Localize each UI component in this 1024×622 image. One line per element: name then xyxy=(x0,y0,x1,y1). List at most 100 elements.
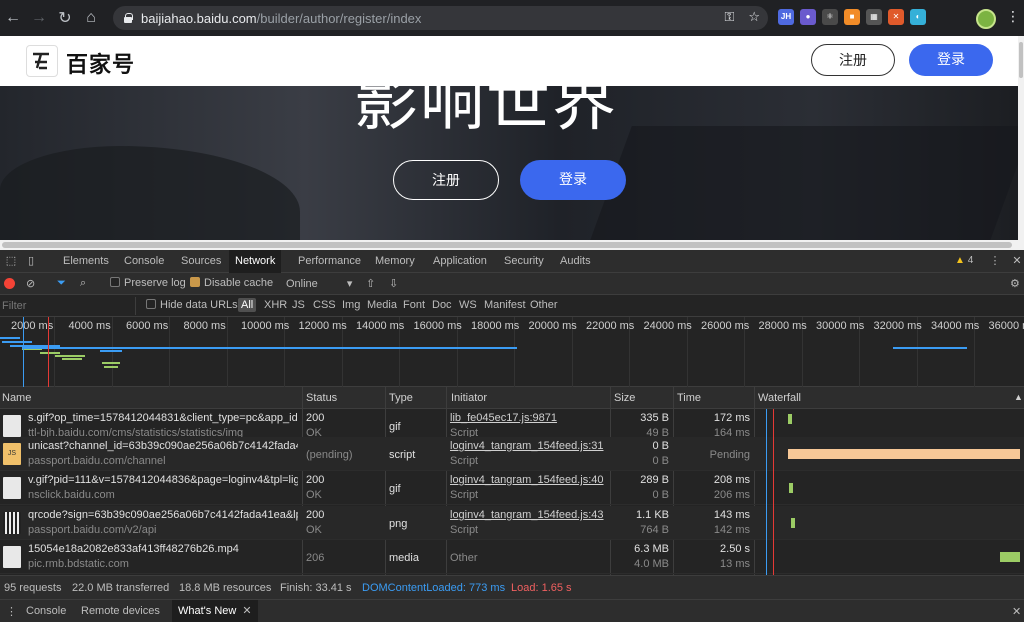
profile-avatar[interactable] xyxy=(976,9,996,29)
request-initiator: Other xyxy=(450,552,478,564)
tab-memory[interactable]: Memory xyxy=(369,250,421,273)
inspect-icon[interactable]: ⬚ xyxy=(4,254,18,268)
request-initiator[interactable]: loginv4_tangram_154feed.js:31 xyxy=(450,440,608,452)
tab-network[interactable]: Network xyxy=(229,250,282,273)
filter-type-all[interactable]: All xyxy=(238,298,257,312)
table-row[interactable]: qrcode?sign=63b39c090ae256a06b7c4142fada… xyxy=(0,506,1024,540)
tab-security[interactable]: Security xyxy=(498,250,550,273)
filter-icon[interactable]: ⏷ xyxy=(57,277,66,290)
star-icon[interactable]: ☆ xyxy=(748,9,760,25)
page-vertical-scrollbar[interactable] xyxy=(1018,36,1024,250)
extension-icon[interactable]: ◐ xyxy=(910,9,926,25)
device-toolbar-icon[interactable]: ▯ xyxy=(24,254,38,268)
column-initiator[interactable]: Initiator xyxy=(451,392,487,404)
chevron-down-icon: ▾ xyxy=(346,278,353,290)
login-button[interactable]: 登录 xyxy=(909,44,993,76)
page-horizontal-scrollbar[interactable] xyxy=(0,240,1018,250)
timeline-gridline xyxy=(226,317,228,387)
forward-icon[interactable]: → xyxy=(26,9,52,27)
column-waterfall[interactable]: Waterfall xyxy=(758,392,801,404)
filter-type-other[interactable]: Other xyxy=(530,299,558,311)
filter-type-media[interactable]: Media xyxy=(367,299,397,311)
extension-icon[interactable]: ■ xyxy=(844,9,860,25)
settings-gear-icon[interactable]: ⚙ xyxy=(1010,277,1020,290)
extension-icon[interactable]: ✕ xyxy=(888,9,904,25)
table-row[interactable]: JS unicast?channel_id=63b39c090ae256a06b7… xyxy=(0,437,1024,471)
filter-type-doc[interactable]: Doc xyxy=(432,299,452,311)
filter-type-xhr[interactable]: XHR xyxy=(264,299,287,311)
request-host: pic.rmb.bdstatic.com xyxy=(28,558,129,570)
close-devtools-icon[interactable]: ✕ xyxy=(1010,254,1024,268)
request-initiator[interactable]: loginv4_tangram_154feed.js:43 xyxy=(450,509,608,521)
request-host: passport.baidu.com/v2/api xyxy=(28,524,157,536)
hero-login-button[interactable]: 登录 xyxy=(520,160,626,200)
network-overview[interactable]: 2000 ms 4000 ms 6000 ms 8000 ms 10000 ms 1200… xyxy=(0,317,1024,387)
extension-icon[interactable]: ● xyxy=(800,9,816,25)
home-icon[interactable]: ⌂ xyxy=(78,9,104,27)
extension-icons: JH ● ⚛ ■ ▦ ✕ ◐ xyxy=(778,9,926,25)
drawer-tab-console[interactable]: Console xyxy=(26,605,66,617)
import-har-icon[interactable]: ⇧ xyxy=(366,277,375,290)
extension-icon[interactable]: ⚛ xyxy=(822,9,838,25)
filter-type-css[interactable]: CSS xyxy=(313,299,336,311)
request-initiator[interactable]: lib_fe045ec17.js:9871 xyxy=(450,412,608,424)
request-time: 143 ms xyxy=(713,509,750,521)
browser-menu-icon[interactable]: ⋮ xyxy=(1006,8,1020,25)
close-tab-icon[interactable]: ✕ xyxy=(242,605,251,617)
overview-request-bar xyxy=(102,362,120,364)
timeline-gridline xyxy=(111,317,113,387)
back-icon[interactable]: ← xyxy=(0,9,26,27)
request-latency: 13 ms xyxy=(720,558,750,570)
request-size: 0 B xyxy=(652,440,669,452)
request-time: 2.50 s xyxy=(720,543,750,555)
tab-audits[interactable]: Audits xyxy=(554,250,597,273)
request-initiator[interactable]: loginv4_tangram_154feed.js:40 xyxy=(450,474,608,486)
tab-sources[interactable]: Sources xyxy=(175,250,227,273)
timeline-tick: 14000 ms xyxy=(356,320,405,332)
drawer-tab-remote-devices[interactable]: Remote devices xyxy=(81,605,160,617)
disable-cache-checkbox[interactable]: Disable cache xyxy=(190,277,273,289)
overview-request-bar xyxy=(22,347,517,349)
logo-icon[interactable] xyxy=(26,45,58,77)
column-size[interactable]: Size xyxy=(614,392,635,404)
extension-icon[interactable]: ▦ xyxy=(866,9,882,25)
export-har-icon[interactable]: ⇩ xyxy=(389,277,398,290)
filter-type-js[interactable]: JS xyxy=(292,299,305,311)
tab-elements[interactable]: Elements xyxy=(57,250,115,273)
drawer-tab-what-s-new[interactable]: What's New ✕ xyxy=(172,600,258,622)
drawer-menu-icon[interactable]: ⋮ xyxy=(6,605,17,618)
column-time[interactable]: Time xyxy=(677,392,701,404)
key-icon[interactable]: ⚿ xyxy=(724,9,734,25)
filter-type-ws[interactable]: WS xyxy=(459,299,477,311)
domcontentloaded-time: DOMContentLoaded: 773 ms xyxy=(362,582,506,594)
register-button[interactable]: 注册 xyxy=(811,44,895,76)
search-icon[interactable]: ⌕ xyxy=(80,277,86,290)
sort-up-icon[interactable]: ▲ xyxy=(1014,392,1023,402)
hero-register-button[interactable]: 注册 xyxy=(393,160,499,200)
preserve-log-checkbox[interactable]: Preserve log xyxy=(110,277,186,289)
filter-type-img[interactable]: Img xyxy=(342,299,360,311)
warning-indicator[interactable]: ▲ 4 xyxy=(955,255,973,266)
load-time: Load: 1.65 s xyxy=(511,582,572,594)
record-icon[interactable] xyxy=(4,278,15,289)
tab-console[interactable]: Console xyxy=(118,250,170,273)
table-row[interactable]: 15054e18a2082e833af413ff48276b26.mp4 pic.… xyxy=(0,540,1024,574)
address-bar[interactable]: baijiahao.baidu.com/builder/author/regis… xyxy=(113,6,768,30)
filter-type-font[interactable]: Font xyxy=(403,299,425,311)
filter-type-manifest[interactable]: Manifest xyxy=(484,299,526,311)
filter-input[interactable]: Filter xyxy=(0,297,136,315)
clear-icon[interactable]: ⊘ xyxy=(26,277,35,290)
column-status[interactable]: Status xyxy=(306,392,337,404)
column-name[interactable]: Name xyxy=(2,392,31,404)
column-type[interactable]: Type xyxy=(389,392,413,404)
hide-data-urls-checkbox[interactable]: Hide data URLs xyxy=(146,299,238,311)
close-drawer-icon[interactable]: ✕ xyxy=(1012,605,1021,618)
tab-application[interactable]: Application xyxy=(427,250,493,273)
tab-performance[interactable]: Performance xyxy=(292,250,367,273)
reload-icon[interactable]: ↻ xyxy=(52,8,78,28)
throttle-select[interactable]: Online ▾ xyxy=(286,277,352,290)
table-row[interactable]: v.gif?pid=111&v=1578412044836&page=login… xyxy=(0,471,1024,505)
devtools-menu-icon[interactable]: ⋮ xyxy=(988,254,1002,268)
extension-icon[interactable]: JH xyxy=(778,9,794,25)
timeline-tick: 16000 ms xyxy=(413,320,462,332)
